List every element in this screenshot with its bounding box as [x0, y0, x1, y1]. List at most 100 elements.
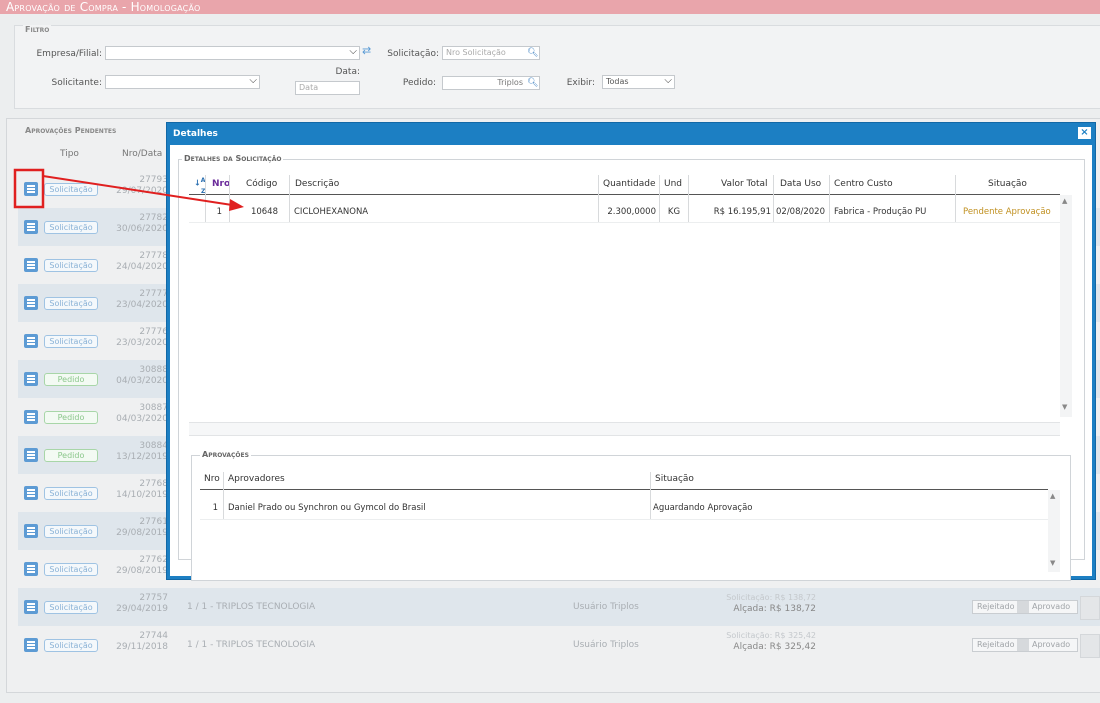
- tipo-badge: Solicitação: [44, 183, 98, 196]
- row-nro: 30884: [139, 441, 168, 451]
- nro-data: 27768 14/10/2019: [108, 479, 168, 501]
- filter-legend: Filtro: [23, 25, 52, 34]
- empresa-select[interactable]: [105, 46, 360, 60]
- nro-data: 27757 29/04/2019: [108, 593, 168, 615]
- row-nro: 27776: [139, 327, 168, 337]
- details-list-icon[interactable]: [24, 334, 38, 348]
- approve-reject-toggle[interactable]: Rejeitado Aprovado: [972, 600, 1078, 614]
- details-legend: Detalhes da Solicitação: [182, 154, 284, 163]
- details-list-icon[interactable]: [24, 372, 38, 386]
- filter-panel: Filtro: [14, 25, 1100, 109]
- header-quantidade[interactable]: Quantidade: [603, 179, 656, 189]
- row-data: 29/07/2020: [116, 186, 168, 196]
- details-list-icon[interactable]: [24, 600, 38, 614]
- search-icon[interactable]: 🔍︎: [527, 48, 538, 58]
- table-row[interactable]: Solicitação 27744 29/11/2018 1 / 1 - TRIPL…: [18, 626, 1100, 664]
- header-und[interactable]: Und: [664, 179, 682, 189]
- details-list-icon[interactable]: [24, 182, 38, 196]
- header-data-uso[interactable]: Data Uso: [780, 179, 821, 189]
- app-title: Aprovação de Compra - Homologação: [0, 0, 1100, 14]
- details-scrollbar[interactable]: ▲ ▼: [1060, 195, 1072, 417]
- solicitante-label: Solicitante:: [51, 78, 102, 88]
- solicitante-select[interactable]: [105, 75, 260, 89]
- row-data: 23/03/2020: [116, 338, 168, 348]
- tipo-badge: Solicitação: [44, 601, 98, 614]
- details-list-icon[interactable]: [24, 296, 38, 310]
- scroll-down-icon[interactable]: ▼: [1062, 403, 1067, 411]
- scroll-up-icon[interactable]: ▲: [1062, 197, 1067, 205]
- row-empresa: 1 / 1 - TRIPLOS TECNOLOGIA: [187, 602, 316, 612]
- tipo-badge: Solicitação: [44, 297, 98, 310]
- refresh-icon[interactable]: ⇄: [362, 44, 371, 57]
- row-nro: 27793: [139, 175, 168, 185]
- row-data: 04/03/2020: [116, 414, 168, 424]
- header-codigo[interactable]: Código: [246, 179, 277, 189]
- row-solicitante: Usuário Triplos: [573, 640, 639, 650]
- col-nro: Nro/Data: [122, 149, 163, 159]
- data-input[interactable]: Data: [295, 81, 360, 95]
- header-aprovadores[interactable]: Aprovadores: [228, 474, 285, 484]
- details-list-icon[interactable]: [24, 220, 38, 234]
- table-row[interactable]: Solicitação 27757 29/04/2019 1 / 1 - TRIPL…: [18, 588, 1100, 626]
- tipo-badge: Solicitação: [44, 639, 98, 652]
- cell-aprovadores: Daniel Prado ou Synchron ou Gymcol do Br…: [228, 503, 426, 513]
- row-action-button[interactable]: [1080, 634, 1100, 658]
- row-data: 29/04/2019: [116, 604, 168, 614]
- cell-centro-custo: Fabrica - Produção PU: [834, 207, 927, 217]
- cell-valor-total: R$ 16.195,91: [713, 207, 771, 217]
- solicitacao-input[interactable]: Nro Solicitação 🔍︎: [442, 46, 540, 60]
- header-situacao[interactable]: Situação: [988, 179, 1027, 189]
- row-alcada: Alçada: R$ 325,42: [733, 642, 816, 652]
- pending-legend: Aprovações Pendentes: [23, 126, 119, 135]
- cell-data-uso: 02/08/2020: [776, 207, 825, 217]
- details-list-icon[interactable]: [24, 638, 38, 652]
- scroll-down-icon[interactable]: ▼: [1050, 559, 1055, 567]
- header-approval-situacao[interactable]: Situação: [655, 474, 694, 484]
- tipo-badge: Solicitação: [44, 487, 98, 500]
- row-action-button[interactable]: [1080, 596, 1100, 620]
- nro-data: 27793 29/07/2020: [108, 175, 168, 197]
- reject-button[interactable]: Rejeitado: [977, 602, 1015, 611]
- nro-data: 27762 29/08/2019: [108, 555, 168, 577]
- exibir-select[interactable]: Todas: [602, 75, 675, 89]
- close-icon[interactable]: ×: [1078, 127, 1091, 139]
- row-nro: 27768: [139, 479, 168, 489]
- cell-und: KG: [667, 207, 681, 217]
- details-list-icon[interactable]: [24, 410, 38, 424]
- row-valor-sol: Solicitação: R$ 325,42: [726, 631, 816, 640]
- cell-descricao: CICLOHEXANONA: [294, 207, 369, 217]
- approvals-scrollbar[interactable]: ▲ ▼: [1048, 490, 1060, 572]
- pedido-input[interactable]: Triplos 🔍︎: [442, 76, 540, 90]
- row-data: 13/12/2019: [116, 452, 168, 462]
- header-centro-custo[interactable]: Centro Custo: [834, 179, 893, 189]
- cell-quantidade: 2.300,0000: [607, 207, 656, 217]
- search-icon[interactable]: 🔍︎: [527, 78, 538, 88]
- details-list-icon[interactable]: [24, 524, 38, 538]
- pedido-label: Pedido:: [402, 78, 436, 88]
- details-list-icon[interactable]: [24, 486, 38, 500]
- header-descricao[interactable]: Descrição: [295, 179, 339, 189]
- solicitacao-label: Solicitação:: [387, 49, 439, 59]
- cell-codigo: 10648: [250, 207, 278, 217]
- data-label: Data:: [335, 67, 360, 77]
- sort-az-icon[interactable]: ↓A Z: [194, 177, 205, 195]
- exibir-label: Exibir:: [566, 78, 595, 88]
- details-list-icon[interactable]: [24, 562, 38, 576]
- col-tipo: Tipo: [60, 149, 79, 159]
- header-approval-nro[interactable]: Nro: [204, 474, 220, 484]
- header-valor-total[interactable]: Valor Total: [721, 179, 768, 189]
- reject-button[interactable]: Rejeitado: [977, 640, 1015, 649]
- approvals-legend: Aprovações: [200, 450, 251, 459]
- row-data: 23/04/2020: [116, 300, 168, 310]
- empresa-label: Empresa/Filial:: [36, 49, 102, 59]
- row-nro: 27777: [139, 289, 168, 299]
- details-list-icon[interactable]: [24, 258, 38, 272]
- header-nro[interactable]: Nro: [212, 179, 230, 189]
- tipo-badge: Pedido: [44, 449, 98, 462]
- approve-button[interactable]: Aprovado: [1032, 640, 1070, 649]
- nro-data: 27761 29/08/2019: [108, 517, 168, 539]
- approve-button[interactable]: Aprovado: [1032, 602, 1070, 611]
- scroll-up-icon[interactable]: ▲: [1050, 492, 1055, 500]
- details-list-icon[interactable]: [24, 448, 38, 462]
- approve-reject-toggle[interactable]: Rejeitado Aprovado: [972, 638, 1078, 652]
